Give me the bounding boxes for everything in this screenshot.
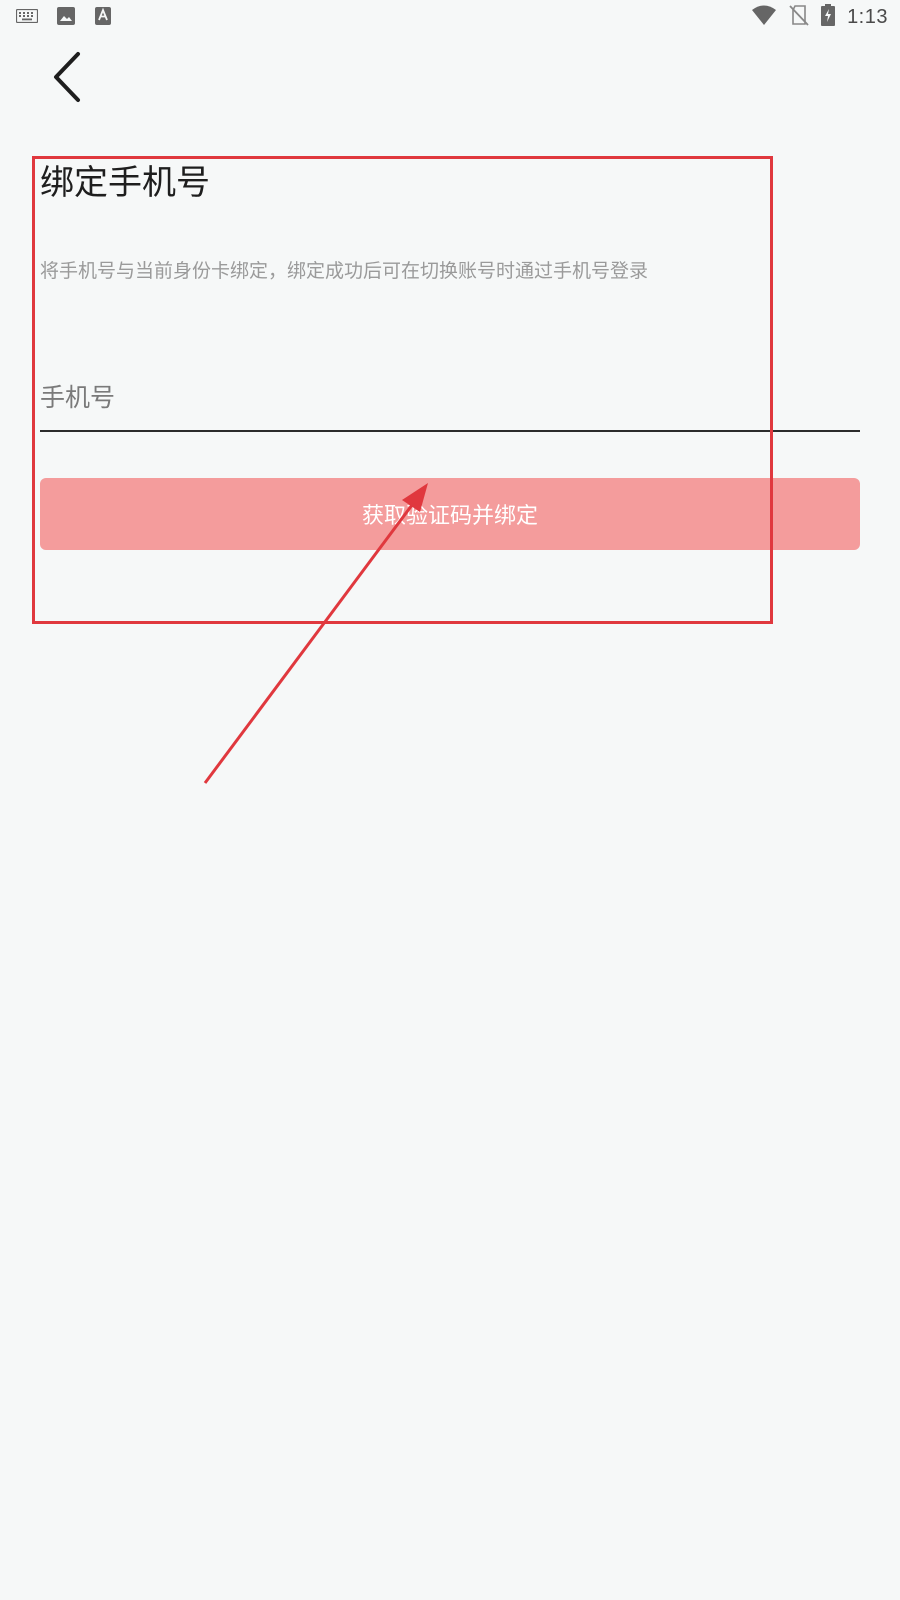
image-icon [56, 6, 76, 26]
status-time: 1:13 [847, 5, 888, 28]
get-code-and-bind-button[interactable]: 获取验证码并绑定 [40, 478, 860, 550]
phone-number-input[interactable] [40, 364, 860, 432]
battery-charging-icon [821, 4, 836, 30]
bind-phone-screen: 1:13 绑定手机号 将手机号与当前身份卡绑定，绑定成功后可在切换账号时通过手机… [0, 0, 900, 1600]
font-download-icon [94, 6, 112, 26]
annotation-arrow [203, 483, 428, 784]
status-left-icons [16, 6, 112, 26]
chevron-left-icon [54, 52, 80, 102]
status-right-icons: 1:13 [751, 4, 888, 30]
page-title: 绑定手机号 [40, 163, 210, 203]
keyboard-icon [16, 9, 38, 23]
no-sim-icon [789, 4, 809, 30]
wifi-icon [751, 4, 777, 30]
back-button[interactable] [36, 44, 100, 108]
page-description: 将手机号与当前身份卡绑定，绑定成功后可在切换账号时通过手机号登录 [40, 260, 649, 282]
status-bar: 1:13 [0, 0, 900, 36]
